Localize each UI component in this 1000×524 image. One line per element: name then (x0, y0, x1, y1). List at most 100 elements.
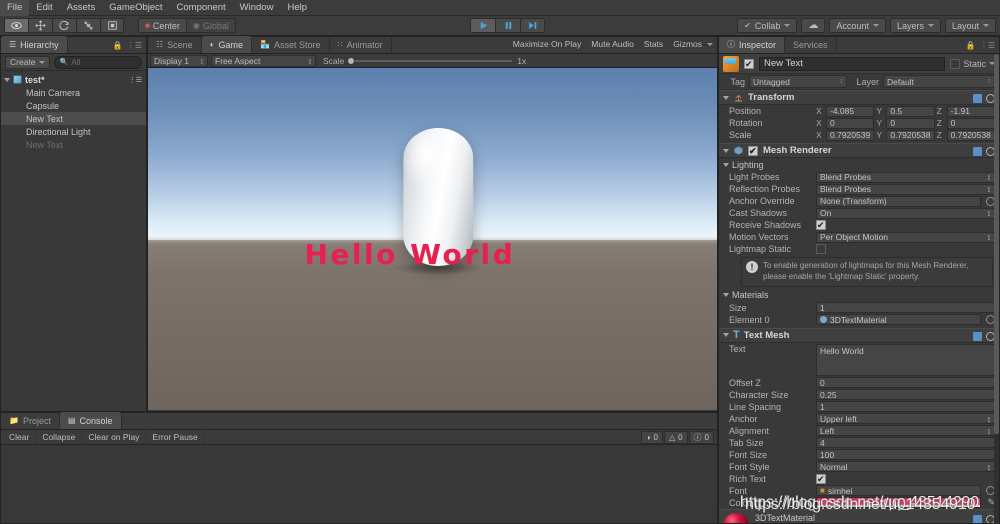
cast-shadows-dropdown[interactable]: On ↕ (816, 207, 995, 219)
clear-on-play-button[interactable]: Clear on Play (82, 430, 147, 444)
hierarchy-item-capsule[interactable]: Capsule (1, 99, 146, 112)
step-button[interactable] (520, 18, 545, 33)
materials-size-field[interactable]: 1 (816, 302, 995, 314)
object-enabled-checkbox[interactable] (744, 58, 754, 70)
collab-button[interactable]: ✔ Collab (737, 18, 798, 33)
game-render-canvas[interactable]: Hello World (148, 68, 717, 410)
cloud-button[interactable]: ☁ (801, 18, 826, 33)
scene-menu-icon[interactable]: ⋮☰ (129, 76, 142, 84)
tab-hierarchy[interactable]: ☰ Hierarchy (1, 36, 68, 53)
menu-item-assets[interactable]: Assets (60, 0, 103, 16)
console-log-area[interactable] (1, 445, 717, 523)
reflection-probes-dropdown[interactable]: Blend Probes ↕ (816, 183, 995, 195)
chevron-down-icon[interactable] (723, 148, 729, 153)
rotation-y-field[interactable]: 0 (886, 117, 935, 129)
hierarchy-item-new-text[interactable]: New Text (1, 112, 146, 125)
lock-icon[interactable]: 🔒 (966, 41, 976, 50)
tab-services[interactable]: Services (785, 37, 837, 53)
tab-inspector[interactable]: ⓘ Inspector (719, 37, 786, 53)
stats-toggle[interactable]: Stats (639, 38, 668, 50)
menu-item-help[interactable]: Help (280, 0, 314, 16)
scale-z-field[interactable]: 0.7920538 (946, 129, 995, 141)
rotate-tool-button[interactable] (52, 18, 76, 33)
tab-animator[interactable]: ∷ Animator (330, 36, 392, 53)
position-y-field[interactable]: 0.5 (886, 105, 935, 117)
help-icon[interactable] (973, 94, 982, 103)
create-button[interactable]: Create (5, 55, 50, 69)
static-toggle-group[interactable]: Static (950, 58, 995, 69)
scale-slider-knob[interactable] (347, 56, 356, 65)
rotation-x-field[interactable]: 0 (826, 117, 875, 129)
menu-dots-icon[interactable]: ⋮☰ (980, 41, 995, 50)
font-size-field[interactable]: 100 (816, 449, 995, 461)
inspector-scrollbar-thumb[interactable] (994, 54, 999, 434)
position-z-field[interactable]: -1.91 (946, 105, 995, 117)
transform-component-header[interactable]: Transform (719, 90, 999, 105)
materials-subsection-header[interactable]: Materials (719, 289, 999, 302)
layers-button[interactable]: Layers (889, 18, 941, 33)
warning-counter[interactable]: △ 0 (663, 431, 688, 444)
hand-tool-button[interactable] (4, 18, 28, 33)
layout-button[interactable]: Layout (944, 18, 996, 33)
rect-tool-button[interactable] (100, 18, 124, 33)
menu-item-window[interactable]: Window (233, 0, 281, 16)
gizmos-dropdown[interactable]: Gizmos (668, 38, 707, 50)
tab-scene[interactable]: ☷ Scene (148, 36, 202, 53)
log-counter[interactable]: ◑ 0 (640, 431, 663, 444)
play-button[interactable] (470, 18, 495, 33)
help-icon[interactable] (973, 514, 982, 523)
lock-icon[interactable]: 🔒 (113, 41, 123, 50)
move-tool-button[interactable] (28, 18, 52, 33)
help-icon[interactable] (973, 147, 982, 156)
aspect-dropdown[interactable]: Free Aspect ↕ (211, 54, 316, 67)
space-mode-button[interactable]: ◉ Global (185, 18, 236, 33)
rotation-z-field[interactable]: 0 (946, 117, 995, 129)
help-icon[interactable] (973, 331, 982, 341)
line-spacing-field[interactable]: 1 (816, 401, 995, 413)
chevron-down-icon[interactable] (4, 77, 10, 82)
menu-item-file[interactable]: File (0, 0, 30, 16)
pivot-mode-button[interactable]: ■ Center (138, 18, 186, 33)
chevron-down-icon[interactable] (723, 95, 729, 100)
tab-console[interactable]: ▤ Console (59, 412, 122, 429)
chevron-down-icon[interactable] (707, 42, 713, 46)
color-swatch[interactable] (816, 497, 982, 509)
mute-audio-toggle[interactable]: Mute Audio (586, 38, 639, 50)
chevron-down-icon[interactable] (723, 293, 729, 298)
text-value-field[interactable]: Hello World (816, 343, 995, 376)
maximize-on-play-toggle[interactable]: Maximize On Play (508, 38, 587, 50)
text-mesh-component-header[interactable]: T Text Mesh (719, 327, 999, 343)
menu-item-component[interactable]: Component (170, 0, 233, 16)
object-name-field[interactable]: New Text (759, 56, 946, 71)
lightmap-static-checkbox[interactable] (816, 244, 826, 254)
static-checkbox[interactable] (950, 58, 961, 69)
font-field[interactable]: ■ simhei (816, 485, 981, 497)
hierarchy-search-input[interactable]: 🔍 All (53, 55, 142, 69)
layer-dropdown[interactable]: Default ↕ (883, 75, 995, 88)
materials-element0-field[interactable]: 3DTextMaterial (816, 314, 981, 326)
anchor-override-field[interactable]: None (Transform) (816, 195, 981, 207)
tab-game[interactable]: ◐ Game (201, 36, 253, 53)
error-counter[interactable]: ⓘ 0 (688, 431, 714, 444)
error-pause-button[interactable]: Error Pause (146, 430, 205, 444)
font-style-dropdown[interactable]: Normal ↕ (816, 461, 995, 473)
motion-vectors-dropdown[interactable]: Per Object Motion ↕ (816, 231, 995, 243)
menu-item-gameobject[interactable]: GameObject (102, 0, 169, 16)
position-x-field[interactable]: -4.085 (826, 105, 875, 117)
tab-asset-store[interactable]: 🏪 Asset Store (252, 36, 330, 53)
inspector-scrollbar[interactable] (994, 54, 999, 523)
tab-size-field[interactable]: 4 (816, 437, 995, 449)
mesh-renderer-component-header[interactable]: Mesh Renderer (719, 143, 999, 158)
menu-dots-icon[interactable]: ⋮☰ (127, 41, 142, 50)
hierarchy-item-directional-light[interactable]: Directional Light (1, 125, 146, 138)
offset-z-field[interactable]: 0 (816, 377, 995, 389)
light-probes-dropdown[interactable]: Blend Probes ↕ (816, 171, 995, 183)
hierarchy-item-new-text-disabled[interactable]: New Text (1, 138, 146, 151)
clear-button[interactable]: Clear (3, 430, 37, 444)
chevron-down-icon[interactable] (723, 162, 729, 167)
lighting-subsection-header[interactable]: Lighting (719, 158, 999, 171)
pause-button[interactable] (495, 18, 520, 33)
hierarchy-scene-row[interactable]: test* ⋮☰ (1, 73, 146, 86)
display-dropdown[interactable]: Display 1 ↕ (150, 54, 208, 67)
mesh-renderer-enabled-checkbox[interactable] (748, 145, 758, 157)
